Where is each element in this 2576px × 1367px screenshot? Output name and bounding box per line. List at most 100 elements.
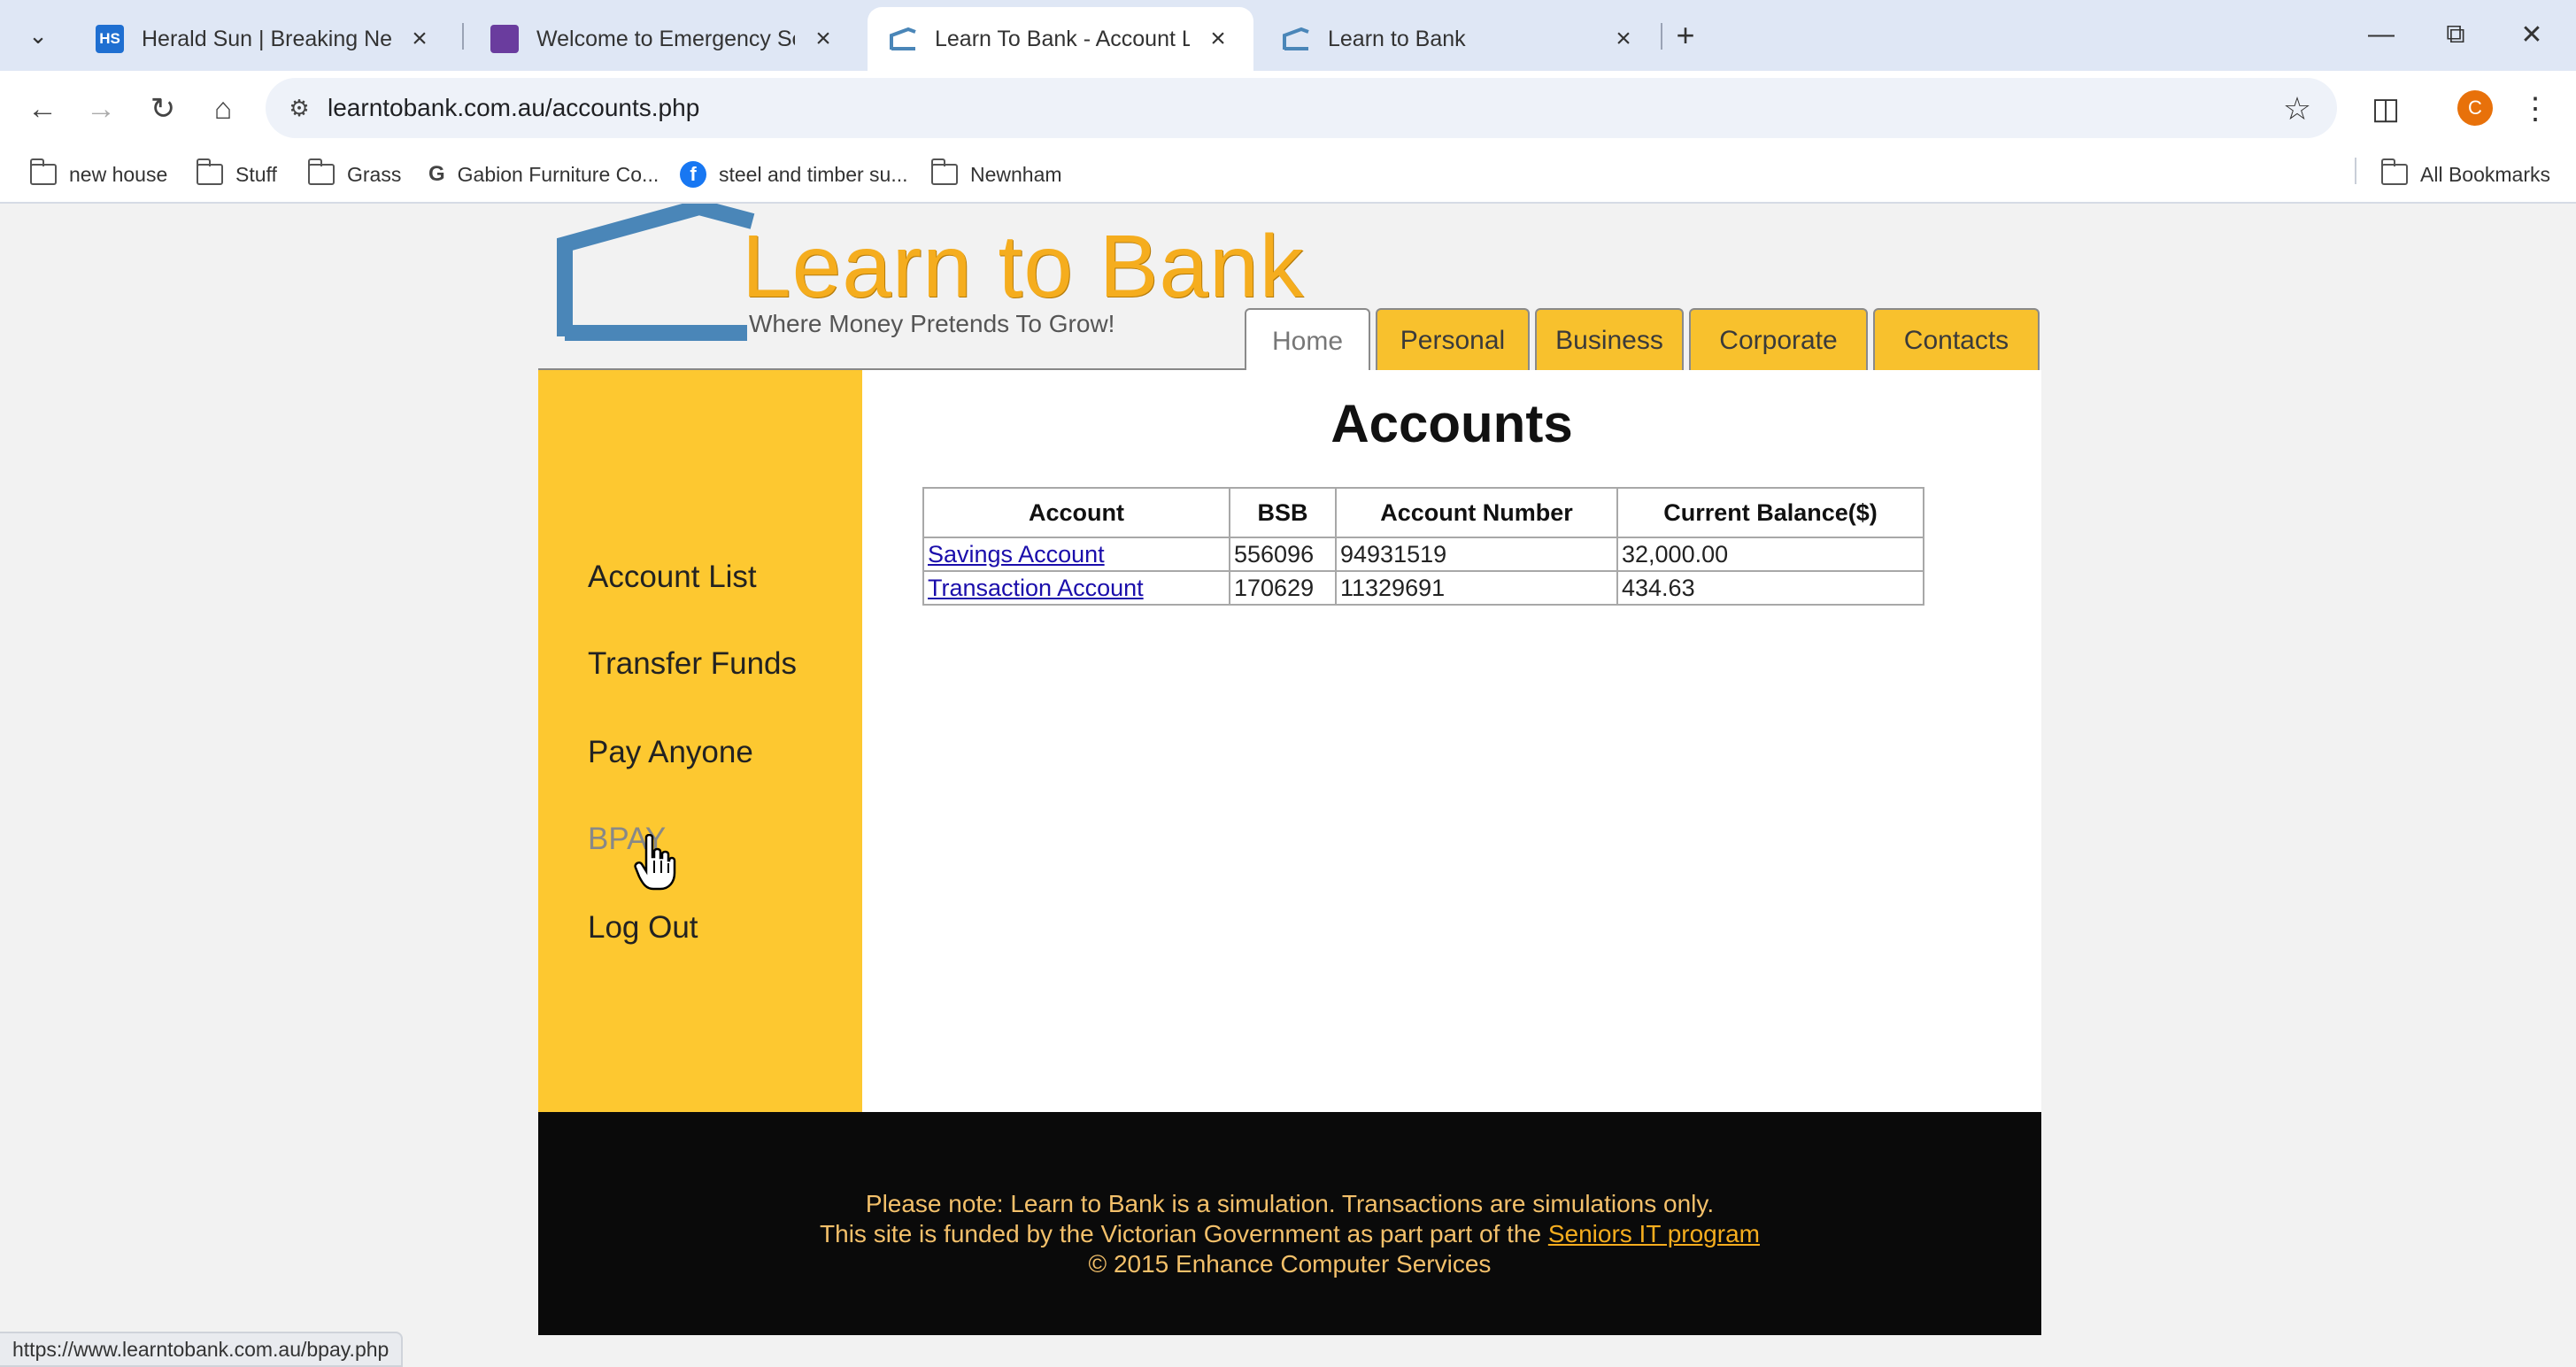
browser-chrome: ⌄ HS Herald Sun | Breaking News an × Wel… [0,0,2576,204]
google-icon: G [428,162,445,186]
bookmark-label: Stuff [235,162,277,186]
folder-icon [930,158,958,185]
tab-learn-to-bank[interactable]: Learn to Bank × [1261,7,1659,71]
new-tab-plus-icon[interactable]: + [1664,16,1707,55]
learn-to-bank-favicon-icon [889,25,917,53]
navigation-toolbar: ← → ↻ ⌂ ⚙ learntobank.com.au/accounts.ph… [0,71,2576,145]
extensions-puzzle-icon[interactable]: ◫ [2364,89,2408,129]
nav-tab-contacts[interactable]: Contacts [1873,308,2040,372]
tab-search-chevron-icon[interactable]: ⌄ [16,16,60,55]
more-menu-icon[interactable]: ⋮ [2518,89,2553,129]
savings-account-link[interactable]: Savings Account [928,541,1105,568]
forward-arrow-icon[interactable]: → [80,89,122,129]
bookmark-star-icon[interactable]: ☆ [2275,89,2319,129]
account-number-cell: 94931519 [1335,537,1618,572]
page-title: Accounts [1330,394,1573,453]
bookmark-label: new house [69,162,168,186]
close-tab-icon[interactable]: × [809,24,837,53]
bookmark-label: steel and timber su... [719,162,908,186]
folder-icon [307,158,335,185]
address-bar[interactable]: ⚙ learntobank.com.au/accounts.php [266,78,2337,138]
minimize-icon[interactable]: — [2355,12,2408,57]
status-bar-url: https://www.learntobank.com.au/bpay.php [0,1332,404,1367]
hand-pointer-cursor-icon [634,834,676,891]
logo-title[interactable]: Learn to Bank [742,216,1305,318]
close-tab-icon[interactable]: × [1204,24,1232,53]
account-cell: Transaction Account [922,570,1230,606]
tab-emergency-services[interactable]: Welcome to Emergency Service × [469,7,859,71]
table-row: Savings Account 556096 94931519 32,000.0… [922,537,1924,572]
folder-icon [29,158,57,185]
table-header-row: Account BSB Account Number Current Balan… [922,487,1924,538]
account-cell: Savings Account [922,537,1230,572]
main-content: Accounts Account BSB Account Number Curr… [862,370,2041,1112]
tab-herald-sun[interactable]: HS Herald Sun | Breaking News an × [74,7,455,71]
tab-separator [462,23,464,50]
account-number-cell: 11329691 [1335,570,1618,606]
emergency-services-favicon-icon [490,25,519,53]
sidebar-item-pay-anyone[interactable]: Pay Anyone [588,735,753,770]
nav-tab-home[interactable]: Home [1245,308,1370,374]
bookmark-grass[interactable]: Grass [307,158,402,191]
nav-tab-personal[interactable]: Personal [1376,308,1530,372]
sidebar-item-account-list[interactable]: Account List [588,560,757,595]
sidebar-item-log-out[interactable]: Log Out [588,910,698,946]
bookmarks-bar: new house Stuff Grass G Gabion Furniture… [0,145,2576,204]
tab-title: Welcome to Emergency Service [536,26,795,51]
tab-separator [1661,23,1662,50]
nav-tab-corporate[interactable]: Corporate [1689,308,1868,372]
herald-sun-favicon-icon: HS [96,25,124,53]
bookmark-label: Gabion Furniture Co... [457,162,659,186]
bsb-cell: 556096 [1229,537,1337,572]
reload-icon[interactable]: ↻ [142,89,184,129]
web-page: Learn to Bank Where Money Pretends To Gr… [0,204,2576,1367]
bookmark-newnham[interactable]: Newnham [930,158,1062,191]
table-row: Transaction Account 170629 11329691 434.… [922,570,1924,606]
folder-icon [2380,158,2408,185]
footer-funding-note: This site is funded by the Victorian Gov… [538,1220,2041,1248]
accounts-table: Account BSB Account Number Current Balan… [922,487,1924,606]
bookmark-steel-and-timber[interactable]: f steel and timber su... [680,158,908,191]
tab-title: Learn To Bank - Account List [935,26,1190,51]
tab-title: Herald Sun | Breaking News an [142,26,391,51]
window-close-icon[interactable]: ✕ [2505,12,2558,57]
logo-tagline: Where Money Pretends To Grow! [749,310,1115,337]
bookmark-new-house[interactable]: new house [29,158,168,191]
tab-account-list[interactable]: Learn To Bank - Account List × [868,7,1253,71]
sidebar-item-transfer-funds[interactable]: Transfer Funds [588,646,797,682]
close-tab-icon[interactable]: × [405,24,434,53]
bookmark-label: Newnham [970,162,1062,186]
all-bookmarks[interactable]: All Bookmarks [2380,158,2550,191]
footer-funding-text: This site is funded by the Victorian Gov… [820,1220,1548,1247]
home-icon[interactable]: ⌂ [202,89,244,129]
tab-title: Learn to Bank [1328,26,1466,51]
bsb-cell: 170629 [1229,570,1337,606]
sidebar: Account List Transfer Funds Pay Anyone B… [538,370,862,1112]
bookmark-stuff[interactable]: Stuff [196,158,277,191]
balance-cell: 32,000.00 [1616,537,1924,572]
column-header-account-number: Account Number [1335,487,1618,538]
learn-to-bank-favicon-icon [1282,25,1310,53]
url-text[interactable]: learntobank.com.au/accounts.php [328,94,699,122]
bookmarks-divider [2355,158,2356,184]
site-footer: Please note: Learn to Bank is a simulati… [538,1112,2041,1335]
seniors-it-program-link[interactable]: Seniors IT program [1548,1220,1760,1247]
profile-avatar[interactable]: C [2457,90,2493,126]
bookmark-gabion-furniture[interactable]: G Gabion Furniture Co... [428,158,659,191]
restore-icon[interactable]: ⧉ [2429,12,2482,57]
close-tab-icon[interactable]: × [1609,24,1638,53]
back-arrow-icon[interactable]: ← [21,89,64,129]
all-bookmarks-label: All Bookmarks [2420,162,2550,186]
bookmark-label: Grass [347,162,402,186]
column-header-bsb: BSB [1229,487,1337,538]
footer-simulation-note: Please note: Learn to Bank is a simulati… [865,1190,1715,1217]
transaction-account-link[interactable]: Transaction Account [928,575,1144,601]
balance-cell: 434.63 [1616,570,1924,606]
column-header-current-balance: Current Balance($) [1616,487,1924,538]
footer-copyright: © 2015 Enhance Computer Services [1088,1250,1492,1278]
facebook-icon: f [680,161,706,188]
folder-icon [196,158,223,185]
nav-tab-business[interactable]: Business [1535,308,1684,372]
tab-strip: ⌄ HS Herald Sun | Breaking News an × Wel… [0,0,2576,71]
site-info-tune-icon[interactable]: ⚙ [282,90,317,126]
